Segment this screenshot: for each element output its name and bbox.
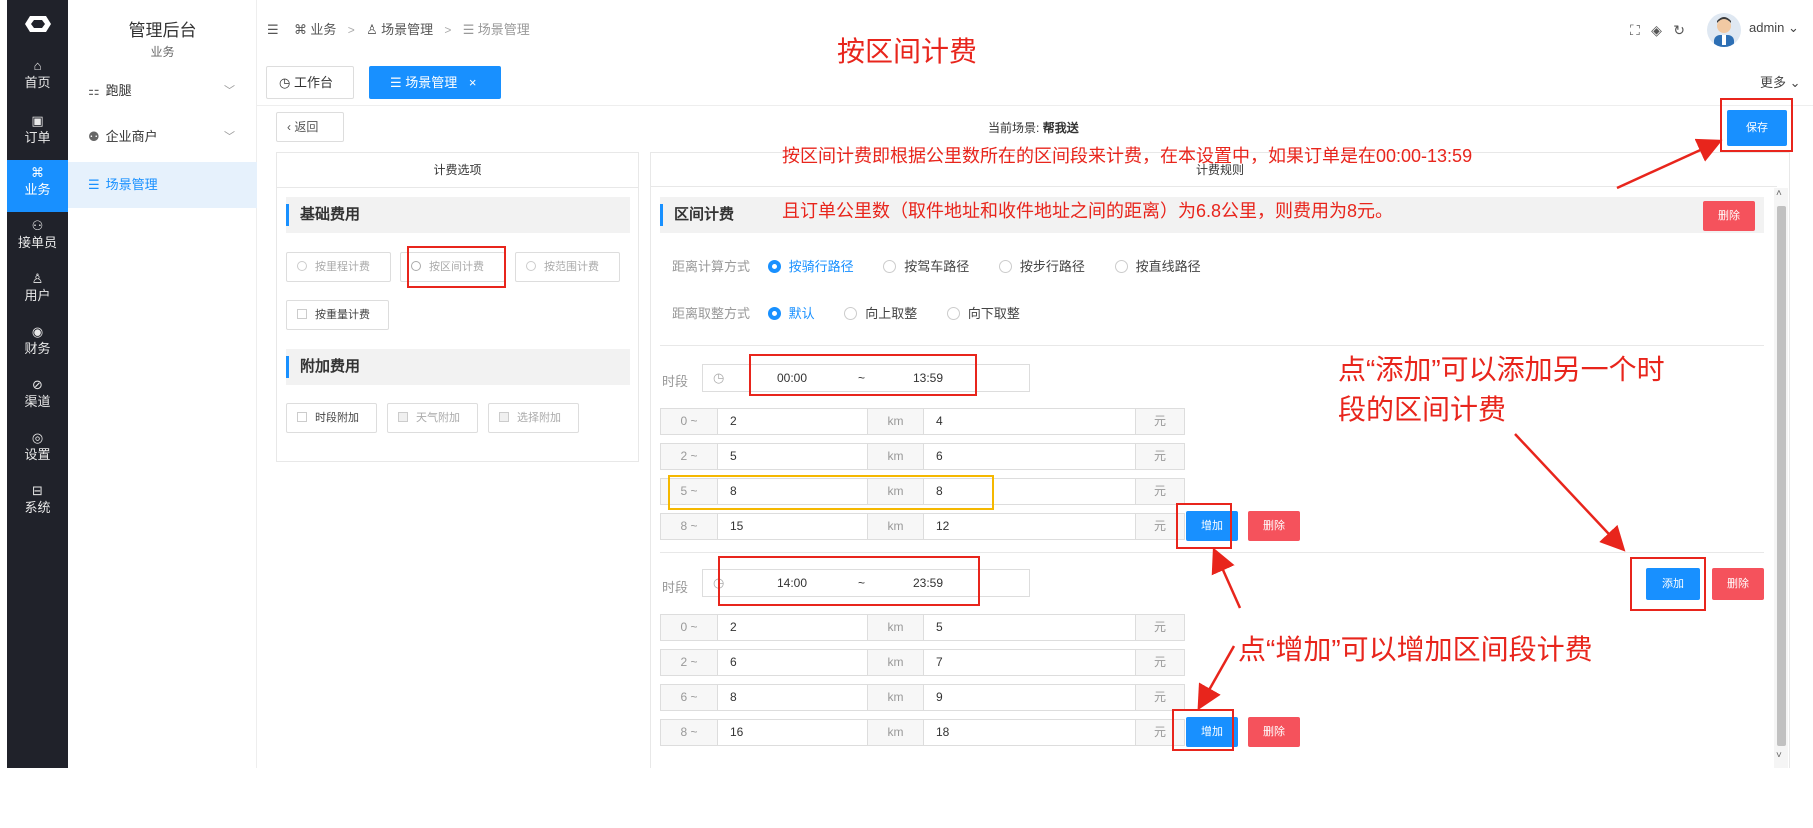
arrow-to-save bbox=[1616, 138, 1723, 190]
annotation-arrows bbox=[1197, 138, 1723, 711]
arrow-to-add-period bbox=[1514, 433, 1626, 552]
arrow-to-add-row-2 bbox=[1197, 645, 1236, 711]
arrow-to-add-row-1 bbox=[1211, 547, 1242, 609]
